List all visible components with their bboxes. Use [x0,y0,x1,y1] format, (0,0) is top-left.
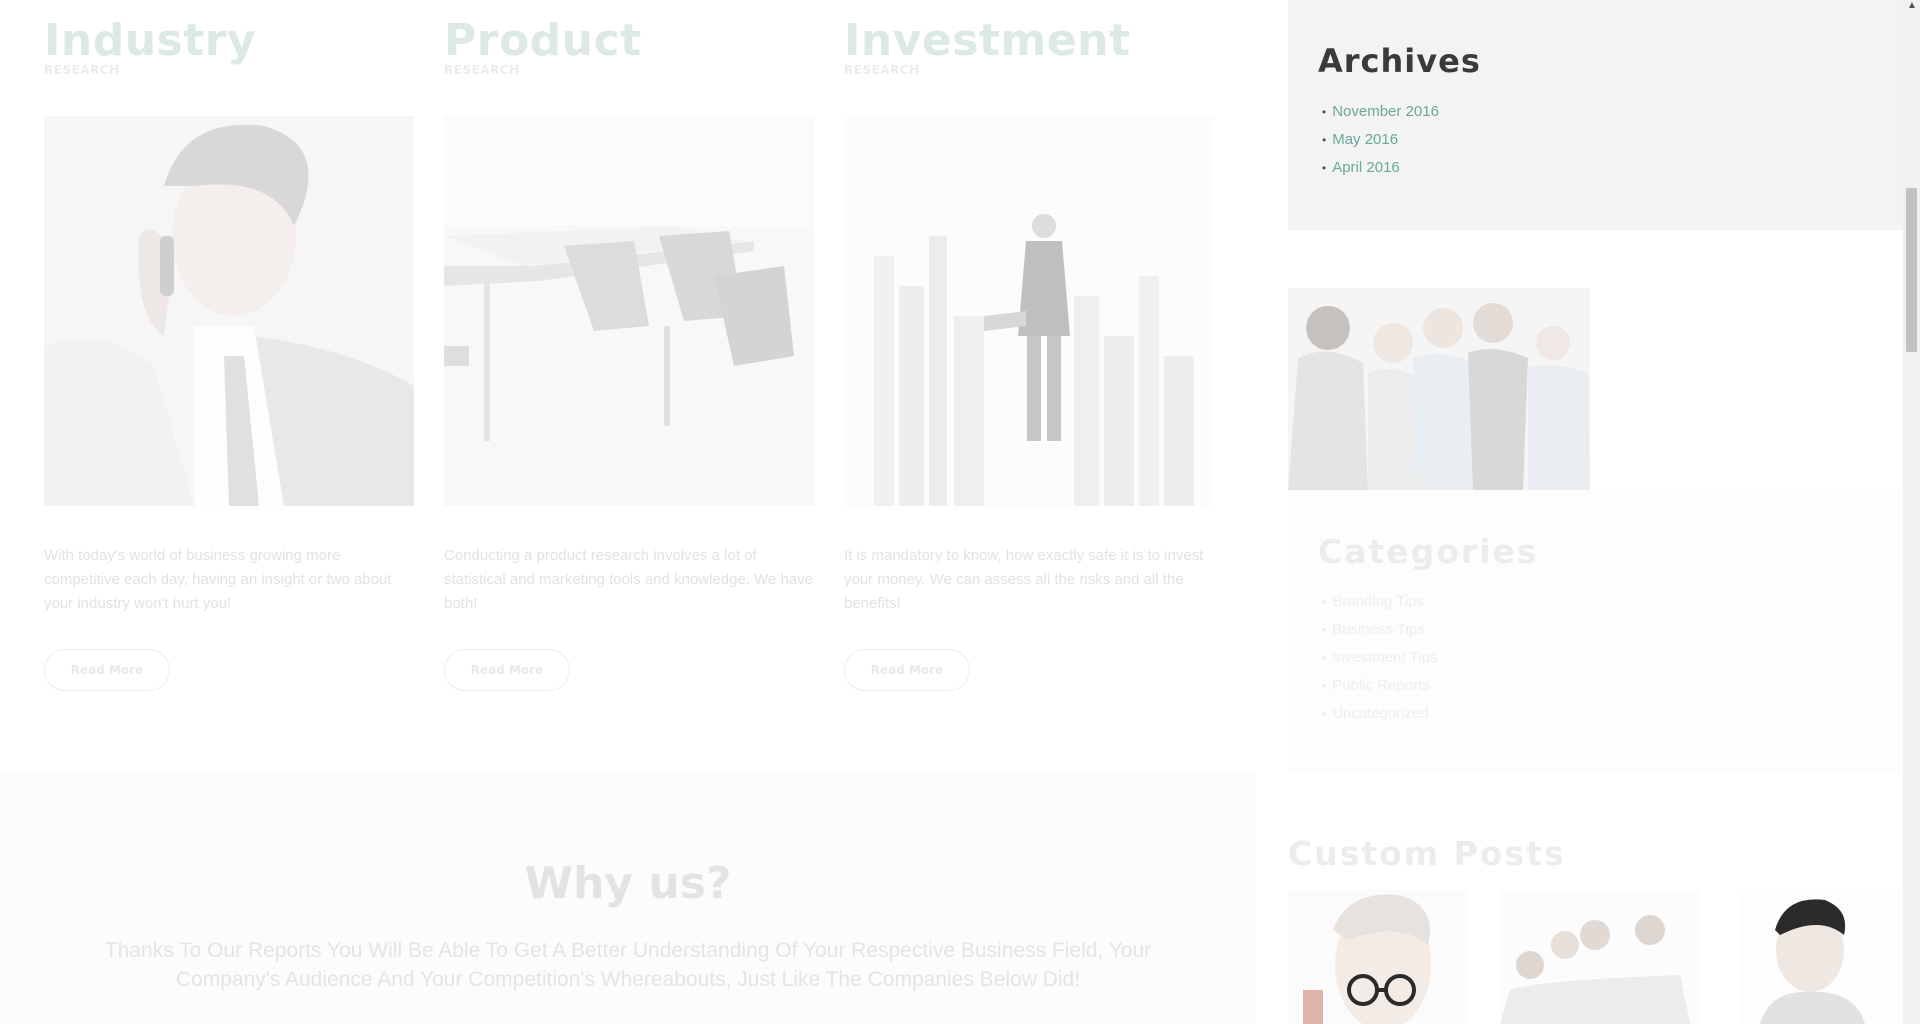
archives-list: • November 2016 • May 2016 • April 2016 [1318,98,1439,182]
category-item[interactable]: • Business Tips [1318,616,1437,644]
businessman-phone-image [44,116,414,506]
conference-table-image [444,116,814,506]
custom-post-thumb[interactable] [1288,890,1468,1024]
card-title: Product [444,15,642,66]
custom-posts-title: Custom Posts [1288,834,1566,873]
category-link[interactable]: Branding Tips [1332,593,1424,610]
card-subtitle: RESEARCH [44,63,120,77]
category-link[interactable]: Investment Tips [1332,649,1437,666]
category-link[interactable]: Business Tips [1332,621,1425,638]
scrollbar-thumb[interactable] [1906,188,1917,352]
card-title: Industry [44,15,257,66]
read-more-button[interactable]: Read More [844,649,970,691]
bullet-icon: • [1322,651,1327,665]
archives-widget: Archives • November 2016 • May 2016 • April… [1288,0,1903,230]
card-description: It is mandatory to know, how exactly saf… [844,547,1204,612]
card-subtitle: RESEARCH [444,63,520,77]
archive-item[interactable]: • April 2016 [1318,154,1439,182]
category-item[interactable]: • Branding Tips [1318,588,1437,616]
businessman-city-image [844,116,1214,506]
custom-post-thumb[interactable] [1740,890,1903,1024]
custom-post-thumb[interactable] [1500,890,1700,1024]
category-link[interactable]: Public Reports [1332,677,1430,694]
page-scrollbar[interactable] [1903,0,1920,1024]
category-item[interactable]: • Investment Tips [1318,644,1437,672]
category-link[interactable]: Uncategorized [1332,705,1429,722]
bullet-icon: • [1322,105,1327,119]
team-image [1288,288,1590,491]
categories-widget: Categories • Branding Tips • Business Tips… [1288,490,1903,772]
archive-link[interactable]: November 2016 [1332,103,1439,120]
archives-title: Archives [1318,42,1481,80]
card-description: Conducting a product research involves a… [444,547,814,612]
bullet-icon: • [1322,133,1327,147]
bullet-icon: • [1322,161,1327,175]
card-description: With today's world of business growing m… [44,547,392,612]
archive-link[interactable]: April 2016 [1332,159,1400,176]
read-more-button[interactable]: Read More [444,649,570,691]
archive-item[interactable]: • May 2016 [1318,126,1439,154]
arrow-up-icon[interactable]: ▲ [1907,0,1917,12]
read-more-button[interactable]: Read More [44,649,170,691]
why-us-title: Why us? [524,858,732,909]
bullet-icon: • [1322,595,1327,609]
category-item[interactable]: • Public Reports [1318,672,1437,700]
categories-list: • Branding Tips • Business Tips • Investmen… [1318,588,1437,728]
archive-link[interactable]: May 2016 [1332,131,1398,148]
card-title: Investment [844,15,1131,66]
categories-title: Categories [1318,532,1539,571]
card-subtitle: RESEARCH [844,63,920,77]
bullet-icon: • [1322,623,1327,637]
category-item[interactable]: • Uncategorized [1318,700,1437,728]
bullet-icon: • [1322,707,1327,721]
bullet-icon: • [1322,679,1327,693]
archive-item[interactable]: • November 2016 [1318,98,1439,126]
why-us-text: Thanks To Our Reports You Will Be Able T… [104,939,1152,991]
